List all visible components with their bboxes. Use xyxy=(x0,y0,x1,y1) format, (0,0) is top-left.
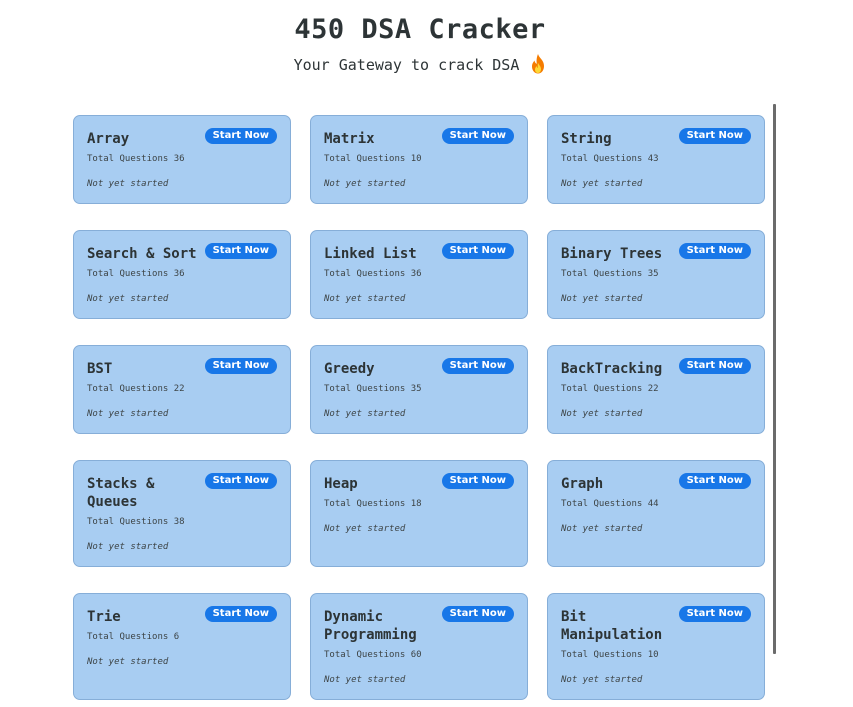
topic-row: Stacks & Queues Start Now Total Question… xyxy=(73,460,765,567)
topic-name: Stacks & Queues xyxy=(87,476,155,510)
topic-name: BackTracking xyxy=(561,361,663,377)
topic-name: Trie xyxy=(87,609,121,625)
total-questions: Total Questions 38 xyxy=(87,517,185,527)
progress-status: Not yet started xyxy=(87,542,169,552)
topic-card: Bit Manipulation Start Now Total Questio… xyxy=(547,593,765,700)
topic-name: Matrix xyxy=(324,131,375,147)
total-questions: Total Questions 10 xyxy=(561,650,659,660)
start-now-button[interactable]: Start Now xyxy=(678,128,751,144)
start-now-button[interactable]: Start Now xyxy=(441,243,514,259)
topic-card: Greedy Start Now Total Questions 35 Not … xyxy=(310,345,528,434)
topic-name: Greedy xyxy=(324,361,375,377)
start-now-button[interactable]: Start Now xyxy=(441,606,514,622)
topic-card: String Start Now Total Questions 43 Not … xyxy=(547,115,765,204)
total-questions: Total Questions 22 xyxy=(561,384,659,394)
start-now-button[interactable]: Start Now xyxy=(204,473,277,489)
topic-card: Array Start Now Total Questions 36 Not y… xyxy=(73,115,291,204)
progress-status: Not yet started xyxy=(87,179,169,189)
page: 450 DSA Cracker Your Gateway to crack DS… xyxy=(0,0,853,707)
topic-card: Linked List Start Now Total Questions 36… xyxy=(310,230,528,319)
topic-card: BST Start Now Total Questions 22 Not yet… xyxy=(73,345,291,434)
topic-name: BST xyxy=(87,361,113,377)
progress-status: Not yet started xyxy=(561,294,643,304)
topic-name: Search & Sort xyxy=(87,246,197,262)
topic-card: Matrix Start Now Total Questions 10 Not … xyxy=(310,115,528,204)
topic-card: Heap Start Now Total Questions 18 Not ye… xyxy=(310,460,528,567)
start-now-button[interactable]: Start Now xyxy=(678,606,751,622)
subtitle-text: Your Gateway to crack DSA xyxy=(293,56,520,74)
topic-row: Search & Sort Start Now Total Questions … xyxy=(73,230,765,319)
page-title: 450 DSA Cracker xyxy=(294,14,546,45)
fire-icon xyxy=(532,54,545,74)
topic-name: Binary Trees xyxy=(561,246,663,262)
start-now-button[interactable]: Start Now xyxy=(204,128,277,144)
progress-status: Not yet started xyxy=(561,409,643,419)
progress-status: Not yet started xyxy=(324,179,406,189)
scrollbar[interactable] xyxy=(773,104,776,654)
total-questions: Total Questions 35 xyxy=(561,269,659,279)
total-questions: Total Questions 22 xyxy=(87,384,185,394)
progress-status: Not yet started xyxy=(87,294,169,304)
topic-name: Heap xyxy=(324,476,358,492)
topic-card: BackTracking Start Now Total Questions 2… xyxy=(547,345,765,434)
total-questions: Total Questions 36 xyxy=(324,269,422,279)
start-now-button[interactable]: Start Now xyxy=(441,358,514,374)
start-now-button[interactable]: Start Now xyxy=(678,358,751,374)
topic-card: Stacks & Queues Start Now Total Question… xyxy=(73,460,291,567)
total-questions: Total Questions 43 xyxy=(561,154,659,164)
start-now-button[interactable]: Start Now xyxy=(441,473,514,489)
topic-card: Graph Start Now Total Questions 44 Not y… xyxy=(547,460,765,567)
start-now-button[interactable]: Start Now xyxy=(678,473,751,489)
progress-status: Not yet started xyxy=(324,409,406,419)
topic-name: Linked List xyxy=(324,246,417,262)
start-now-button[interactable]: Start Now xyxy=(204,243,277,259)
progress-status: Not yet started xyxy=(324,675,406,685)
topic-card: Search & Sort Start Now Total Questions … xyxy=(73,230,291,319)
topic-card: Binary Trees Start Now Total Questions 3… xyxy=(547,230,765,319)
total-questions: Total Questions 35 xyxy=(324,384,422,394)
start-now-button[interactable]: Start Now xyxy=(678,243,751,259)
topic-name: String xyxy=(561,131,612,147)
progress-status: Not yet started xyxy=(324,524,406,534)
total-questions: Total Questions 6 xyxy=(87,632,180,642)
progress-status: Not yet started xyxy=(561,524,643,534)
progress-status: Not yet started xyxy=(87,657,169,667)
start-now-button[interactable]: Start Now xyxy=(204,606,277,622)
progress-status: Not yet started xyxy=(561,675,643,685)
page-subtitle: Your Gateway to crack DSA xyxy=(0,54,840,74)
topic-card: Trie Start Now Total Questions 6 Not yet… xyxy=(73,593,291,700)
topic-row: Trie Start Now Total Questions 6 Not yet… xyxy=(73,593,765,700)
topic-name: Bit Manipulation xyxy=(561,609,663,643)
topic-grid: Array Start Now Total Questions 36 Not y… xyxy=(73,115,765,707)
progress-status: Not yet started xyxy=(324,294,406,304)
topic-row: BST Start Now Total Questions 22 Not yet… xyxy=(73,345,765,434)
topic-name: Dynamic Programming xyxy=(324,609,417,643)
total-questions: Total Questions 36 xyxy=(87,154,185,164)
topic-name: Array xyxy=(87,131,130,147)
total-questions: Total Questions 18 xyxy=(324,499,422,509)
topic-card: Dynamic Programming Start Now Total Ques… xyxy=(310,593,528,700)
topic-row: Array Start Now Total Questions 36 Not y… xyxy=(73,115,765,204)
total-questions: Total Questions 36 xyxy=(87,269,185,279)
start-now-button[interactable]: Start Now xyxy=(441,128,514,144)
topic-name: Graph xyxy=(561,476,604,492)
progress-status: Not yet started xyxy=(87,409,169,419)
total-questions: Total Questions 10 xyxy=(324,154,422,164)
progress-status: Not yet started xyxy=(561,179,643,189)
total-questions: Total Questions 44 xyxy=(561,499,659,509)
total-questions: Total Questions 60 xyxy=(324,650,422,660)
start-now-button[interactable]: Start Now xyxy=(204,358,277,374)
